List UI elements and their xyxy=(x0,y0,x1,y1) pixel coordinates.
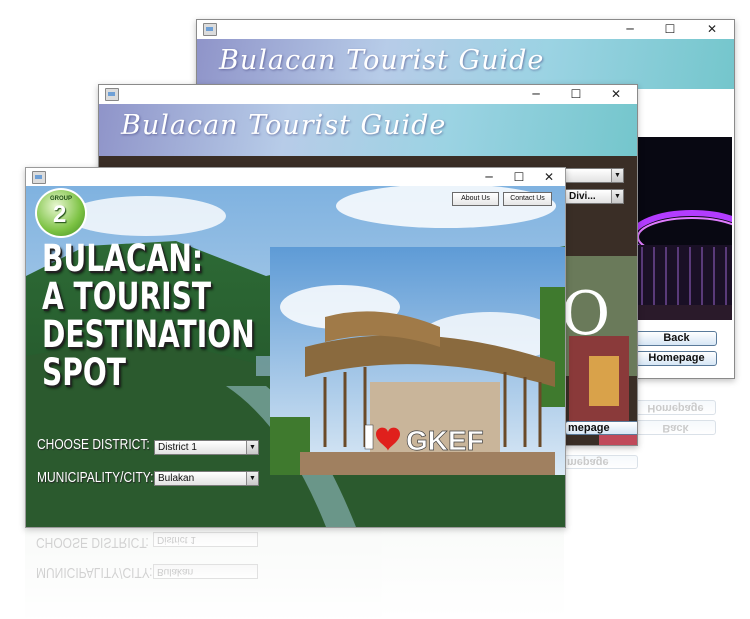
choose-district-label: CHOOSE DISTRICT: xyxy=(37,436,150,453)
headline-line-1: BULACAN: xyxy=(42,237,204,280)
municipality-label: MUNICIPALITY/CITY: xyxy=(37,469,154,486)
window-front: ─ ☐ ✕ GROUP 2 About Us Contact Us BULACA… xyxy=(25,167,566,528)
contact-us-button[interactable]: Contact Us xyxy=(503,192,552,206)
headline-line-4: SPOT xyxy=(42,351,126,394)
reflection-front-form: MUNICIPALITY/CITY: Bulakan CHOOSE DISTRI… xyxy=(25,528,564,619)
logo-number: 2 xyxy=(53,201,67,228)
district-combo-value: Divi... xyxy=(569,191,596,202)
banner: Bulacan Tourist Guide xyxy=(99,104,637,156)
top-combo[interactable]: ▼ xyxy=(565,168,624,183)
municipality-combo[interactable]: Bulakan ▼ xyxy=(154,471,259,486)
minimize-button[interactable]: ─ xyxy=(615,20,645,38)
title-bar[interactable]: ─ ☐ ✕ xyxy=(197,20,734,38)
reflection-municipality-value: Bulakan xyxy=(157,566,194,577)
reflection-municipality-combo: Bulakan xyxy=(153,564,258,579)
reflection-municipality-label: MUNICIPALITY/CITY: xyxy=(36,564,153,581)
district-combo[interactable]: District 1 ▼ xyxy=(154,440,259,455)
maximize-button[interactable]: ☐ xyxy=(504,168,534,186)
district-combo-value: District 1 xyxy=(158,442,197,453)
minimize-button[interactable]: ─ xyxy=(474,168,504,186)
homepage-button[interactable]: mepage xyxy=(565,421,637,435)
reflection-district-label: CHOOSE DISTRICT: xyxy=(36,534,149,551)
reflection-back-button: Back xyxy=(635,420,716,435)
minimize-button[interactable]: ─ xyxy=(521,85,551,103)
reflection-middle-homepage: mepage xyxy=(564,455,638,469)
title-bar[interactable]: ─ ☐ ✕ xyxy=(99,85,637,103)
title-bar[interactable]: ─ ☐ ✕ xyxy=(26,168,565,186)
chevron-down-icon[interactable]: ▼ xyxy=(611,169,623,182)
chevron-down-icon[interactable]: ▼ xyxy=(611,190,623,203)
featured-photo: GKEF xyxy=(270,247,565,475)
reflection-district-value: District 1 xyxy=(157,534,196,545)
java-app-icon xyxy=(32,171,46,184)
chevron-down-icon[interactable]: ▼ xyxy=(246,441,258,454)
close-button[interactable]: ✕ xyxy=(697,20,727,38)
stadium-photo xyxy=(634,137,732,320)
reflection-back-buttons: Back Homepage xyxy=(635,395,717,435)
reflection-homepage-button: Homepage xyxy=(635,400,716,415)
banner-title: Bulacan Tourist Guide xyxy=(121,110,447,141)
municipality-combo-value: Bulakan xyxy=(158,473,195,484)
about-us-button[interactable]: About Us xyxy=(452,192,499,206)
java-app-icon xyxy=(105,88,119,101)
district-combo[interactable]: Divi... ▼ xyxy=(565,189,624,204)
close-button[interactable]: ✕ xyxy=(534,168,564,186)
homepage-button[interactable]: Homepage xyxy=(636,351,717,366)
chevron-down-icon[interactable]: ▼ xyxy=(246,472,258,485)
reflection-homepage-button: mepage xyxy=(564,455,638,469)
stadium-image xyxy=(634,137,732,320)
banner-title: Bulacan Tourist Guide xyxy=(219,45,545,76)
reflection-district-combo: District 1 xyxy=(153,532,258,547)
headline: BULACAN: A TOURIST DESTINATION SPOT xyxy=(42,240,255,392)
gkef-landmark-image: GKEF xyxy=(270,247,565,475)
svg-text:O: O xyxy=(561,279,610,349)
back-button[interactable]: Back xyxy=(636,331,717,346)
headline-line-3: DESTINATION xyxy=(42,313,255,356)
close-button[interactable]: ✕ xyxy=(601,85,631,103)
headline-line-2: A TOURIST xyxy=(42,275,212,318)
maximize-button[interactable]: ☐ xyxy=(655,20,685,38)
group-logo: GROUP 2 xyxy=(35,188,87,238)
java-app-icon xyxy=(203,23,217,36)
maximize-button[interactable]: ☐ xyxy=(561,85,591,103)
banner: Bulacan Tourist Guide xyxy=(197,39,734,89)
svg-text:GKEF: GKEF xyxy=(406,425,484,456)
